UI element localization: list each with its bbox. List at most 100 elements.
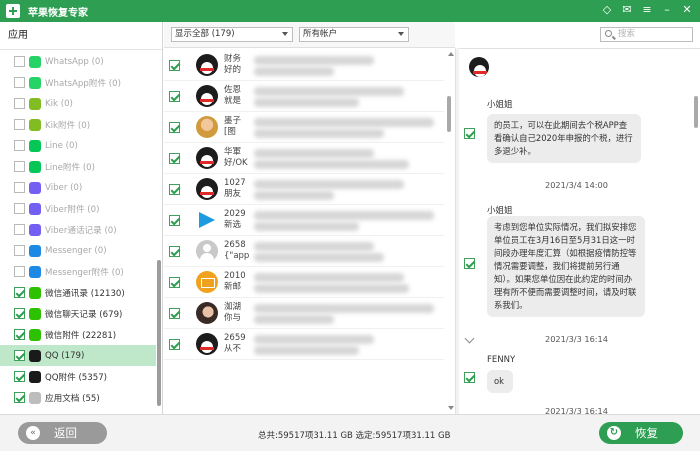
sidebar-heading: 应用: [0, 22, 162, 50]
sidebar-item[interactable]: Messenger附件 (0): [0, 261, 156, 282]
sidebar-item-label: 微信附件 (22281): [45, 330, 117, 341]
collapse-chevron-icon[interactable]: [464, 333, 475, 344]
conversation-row[interactable]: 洳湖 你与: [164, 298, 444, 329]
conversation-checkbox[interactable]: [169, 214, 180, 226]
blurred-text: [254, 211, 434, 220]
sidebar-item-label: 微信通讯录 (12130): [45, 288, 125, 299]
conversation-checkbox[interactable]: [169, 307, 180, 319]
sidebar-item-checkbox[interactable]: [14, 350, 25, 361]
app-sidebar: 应用 WhatsApp (0) WhatsApp附件 (0) Kik (0) Kik附…: [0, 22, 163, 414]
sidebar-item-checkbox[interactable]: [14, 182, 25, 193]
conversation-checkbox[interactable]: [169, 90, 180, 102]
sidebar-item[interactable]: Line (0): [0, 135, 156, 156]
filter-bar: 显示全部 (179) 所有帐户: [164, 22, 455, 48]
search-input[interactable]: 搜索: [600, 27, 693, 42]
sidebar-item[interactable]: Kik附件 (0): [0, 114, 156, 135]
sidebar-item-checkbox[interactable]: [14, 119, 25, 130]
conversation-checkbox[interactable]: [169, 338, 180, 350]
sidebar-item[interactable]: 应用文档 (55): [0, 387, 156, 408]
photo-avatar: [196, 302, 218, 324]
message-sender: 小姐姐: [487, 206, 513, 216]
message-checkbox[interactable]: [464, 372, 475, 383]
whatsapp-icon: [29, 76, 41, 89]
conversation-checkbox[interactable]: [169, 121, 180, 133]
sidebar-item[interactable]: QQ (179): [0, 345, 156, 366]
conversation-checkbox[interactable]: [169, 152, 180, 164]
conversation-checkbox[interactable]: [169, 276, 180, 288]
conversation-row[interactable]: 2659 从不: [164, 329, 444, 360]
sidebar-item[interactable]: 微信附件 (22281): [0, 324, 156, 345]
sidebar-item-label: 应用文档 (55): [45, 393, 100, 404]
sidebar-item[interactable]: Viber (0): [0, 177, 156, 198]
conversation-row[interactable]: 财务 好的: [164, 50, 444, 81]
conversation-checkbox[interactable]: [169, 59, 180, 71]
sidebar-item-checkbox[interactable]: [14, 161, 25, 172]
show-filter-select[interactable]: 显示全部 (179): [171, 27, 293, 42]
conversation-row[interactable]: 2029 新选: [164, 205, 444, 236]
close-icon[interactable]: ✕: [680, 3, 694, 17]
viber-icon: [29, 202, 41, 215]
sidebar-item[interactable]: Line附件 (0): [0, 156, 156, 177]
sidebar-item-checkbox[interactable]: [14, 224, 25, 235]
conversation-title: 2010: [224, 271, 246, 281]
sidebar-item[interactable]: WhatsApp附件 (0): [0, 72, 156, 93]
sidebar-item-checkbox[interactable]: [14, 329, 25, 340]
sidebar-item[interactable]: Kik (0): [0, 93, 156, 114]
sidebar-item[interactable]: WhatsApp (0): [0, 51, 156, 72]
conversation-row[interactable]: 佐恩 就是: [164, 81, 444, 112]
scroll-down-icon[interactable]: [448, 406, 454, 410]
sidebar-item-checkbox[interactable]: [14, 266, 25, 277]
restore-button[interactable]: ↻ 恢复: [599, 422, 683, 444]
conversation-row[interactable]: 2658 {"app: [164, 236, 444, 267]
blurred-text: [254, 118, 434, 127]
message-icon[interactable]: ✉: [620, 3, 634, 17]
conversation-preview: 墨子 [图: [224, 116, 241, 138]
conversation-title: 2029: [224, 209, 246, 219]
sidebar-item-checkbox[interactable]: [14, 245, 25, 256]
back-button-label: 返回: [54, 426, 77, 440]
message-checkbox[interactable]: [464, 258, 475, 269]
sidebar-item-checkbox[interactable]: [14, 392, 25, 403]
message-checkbox[interactable]: [464, 128, 475, 139]
show-filter-value: 显示全部 (179): [175, 29, 235, 39]
sidebar-item[interactable]: 微信聊天记录 (679): [0, 303, 156, 324]
search-icon: [605, 30, 612, 37]
sidebar-item-checkbox[interactable]: [14, 56, 25, 67]
back-button[interactable]: « 返回: [18, 422, 107, 444]
sidebar-item[interactable]: Messenger (0): [0, 240, 156, 261]
conversation-checkbox[interactable]: [169, 183, 180, 195]
conversation-snippet: 朋友: [224, 189, 242, 199]
menu-icon[interactable]: ≡: [640, 3, 654, 17]
conversation-checkbox[interactable]: [169, 245, 180, 257]
sidebar-item-checkbox[interactable]: [14, 98, 25, 109]
sidebar-item[interactable]: Viber通话记录 (0): [0, 219, 156, 240]
sidebar-item[interactable]: Viber附件 (0): [0, 198, 156, 219]
sidebar-item-checkbox[interactable]: [14, 371, 25, 382]
sidebar-item[interactable]: QQ附件 (5357): [0, 366, 156, 387]
diamond-icon[interactable]: ◇: [600, 3, 614, 17]
sidebar-item-checkbox[interactable]: [14, 287, 25, 298]
sidebar-item-checkbox[interactable]: [14, 140, 25, 151]
sidebar-item-checkbox[interactable]: [14, 203, 25, 214]
conversation-title: 佐恩: [224, 85, 242, 95]
conversation-row[interactable]: 华軍 好/OK: [164, 143, 444, 174]
sidebar-scrollbar[interactable]: [157, 260, 161, 406]
blurred-text: [254, 284, 409, 293]
chat-panel: 搜索 小姐姐 的员工，可以在此期间去个税APP查看确认自己2020年申报的个税，…: [459, 22, 700, 414]
restore-button-label: 恢复: [635, 426, 658, 440]
minimize-icon[interactable]: –: [660, 3, 674, 17]
conversation-row[interactable]: 2010 新邮: [164, 267, 444, 298]
conversation-row[interactable]: 1027 朋友: [164, 174, 444, 205]
sidebar-item-checkbox[interactable]: [14, 308, 25, 319]
sidebar-item-checkbox[interactable]: [14, 77, 25, 88]
blurred-text: [254, 191, 334, 200]
blurred-text: [254, 56, 374, 65]
scroll-up-icon[interactable]: [448, 52, 454, 56]
bottom-bar: « 返回 总共:59517项31.11 GB 选定:59517项31.11 GB…: [0, 414, 700, 451]
account-filter-select[interactable]: 所有帐户: [299, 27, 409, 42]
chat-scrollbar[interactable]: [694, 96, 698, 128]
conversation-preview: 财务 好的: [224, 54, 241, 76]
sidebar-item[interactable]: 微信通讯录 (12130): [0, 282, 156, 303]
conversation-scrollbar[interactable]: [447, 96, 451, 132]
conversation-row[interactable]: 墨子 [图: [164, 112, 444, 143]
